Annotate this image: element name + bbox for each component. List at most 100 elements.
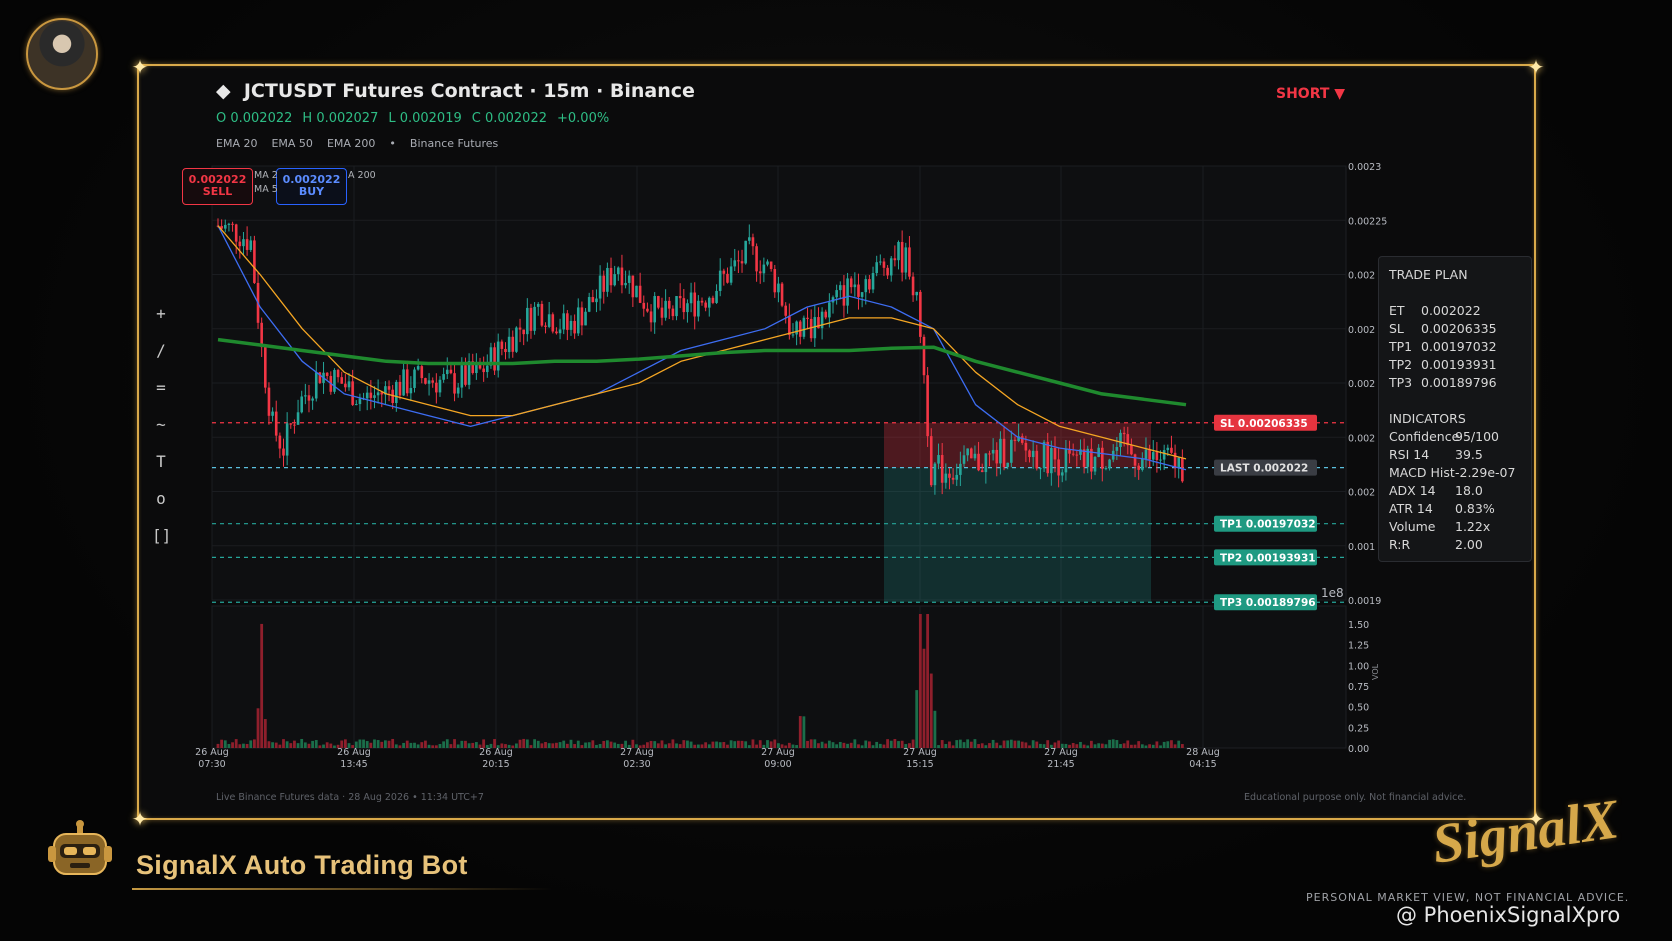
time-axis-time: 02:30 [623, 759, 650, 770]
volume-bar [322, 744, 325, 748]
candle-body [1119, 432, 1122, 447]
price-tag-text: SL 0.00206335 [1220, 418, 1308, 430]
candle-body [838, 285, 842, 291]
volume-bar [842, 742, 846, 748]
candle-body [926, 375, 929, 437]
sell-button[interactable]: 0.002022 SELL [182, 168, 253, 205]
candle-body [904, 247, 908, 273]
candle-body [376, 392, 380, 396]
volume-bar [1151, 744, 1155, 748]
volume-bar [864, 740, 868, 748]
candle-body [769, 261, 773, 269]
candle-body [860, 292, 864, 297]
volume-bar [311, 740, 315, 748]
candle-body [311, 398, 314, 401]
volume-bar [274, 742, 278, 748]
volume-bar [260, 623, 264, 748]
time-axis-date: 28 Aug [1186, 747, 1220, 758]
panel-value: 1.22x [1455, 519, 1491, 534]
candle-body [635, 285, 638, 298]
candle-body [835, 290, 838, 298]
volume-bar [413, 742, 416, 748]
candle-body [879, 261, 882, 263]
volume-bar [464, 740, 467, 748]
candle-body [598, 275, 602, 299]
volume-bar [285, 741, 289, 748]
candle-body [842, 285, 846, 306]
panel-value: 0.002022 [1421, 303, 1481, 318]
trade-plan-rows: ET 0.002022 SL 0.00206335 TP1 0.00197032 TP2 0.… [1389, 303, 1521, 393]
volume-bar [573, 744, 577, 748]
candle-body [373, 395, 376, 398]
volume-bar [736, 740, 740, 748]
candle-body [522, 329, 525, 335]
price-tag-tp2: TP2 0.00193931 [1214, 549, 1317, 566]
candle-body [864, 279, 868, 293]
candle-body [493, 347, 496, 371]
candle-body [282, 448, 285, 456]
title-underline [132, 888, 552, 890]
candle-body [1141, 458, 1144, 470]
time-axis-time: 15:15 [906, 759, 933, 770]
volume-bar [857, 744, 860, 748]
volume-bar [675, 743, 678, 748]
candle-body [766, 261, 769, 265]
volume-bar [562, 740, 566, 748]
volume-bar [875, 741, 879, 748]
volume-bar [231, 742, 234, 748]
volume-bar [991, 739, 995, 748]
volume-bar [955, 740, 959, 748]
candle-body [445, 369, 449, 375]
volume-bar [1155, 741, 1159, 748]
candle-body [526, 307, 529, 335]
volume-bar [252, 739, 256, 748]
volume-bar [798, 716, 802, 748]
volume-bar [962, 742, 966, 748]
volume-bar [1108, 739, 1111, 748]
volume-bar [598, 744, 602, 748]
volume-bar [1137, 741, 1141, 748]
candle-body [1101, 447, 1104, 469]
candle-body [788, 315, 791, 335]
candle-body [991, 449, 995, 454]
candle-body [595, 298, 598, 303]
panel-value: 2.00 [1455, 537, 1483, 552]
candle-body [624, 282, 627, 286]
volume-bar [282, 739, 285, 748]
buy-button[interactable]: 0.002022 BUY [276, 168, 347, 205]
trade-zones [884, 422, 1151, 603]
panel-value: 95/100 [1455, 429, 1499, 444]
candle-body [507, 336, 511, 353]
price-axis-label: 0.002 [1348, 488, 1375, 499]
candle-body [449, 369, 453, 374]
volume-bar [827, 740, 831, 748]
candle-body [1133, 454, 1137, 466]
candle-body [969, 448, 973, 459]
candle-body [347, 381, 351, 388]
candle-body [558, 329, 562, 334]
candle-body [762, 264, 766, 274]
volume-bar [882, 744, 886, 748]
volume-bar [1122, 743, 1126, 748]
volume-bar [722, 742, 726, 748]
volume-bar [325, 742, 329, 748]
volume-bar [726, 744, 729, 748]
candle-body [693, 292, 697, 317]
time-axis-date: 26 Aug [479, 747, 513, 758]
candle-body [868, 279, 871, 290]
volume-bar [1180, 744, 1184, 748]
price-tag-sl: SL 0.00206335 [1214, 414, 1317, 431]
candle-body [500, 341, 504, 349]
volume-bar [376, 740, 380, 748]
volume-bar [1177, 740, 1181, 748]
candle-body [1108, 459, 1111, 469]
candle-body [722, 270, 726, 274]
candle-body [387, 386, 391, 390]
candle-body [1006, 462, 1009, 468]
volume-bar [886, 739, 889, 748]
candle-body [1002, 438, 1006, 468]
volume-bar [555, 742, 558, 748]
volume-bar [584, 742, 587, 748]
volume-bar [747, 745, 751, 748]
volume-bar [1104, 744, 1108, 748]
